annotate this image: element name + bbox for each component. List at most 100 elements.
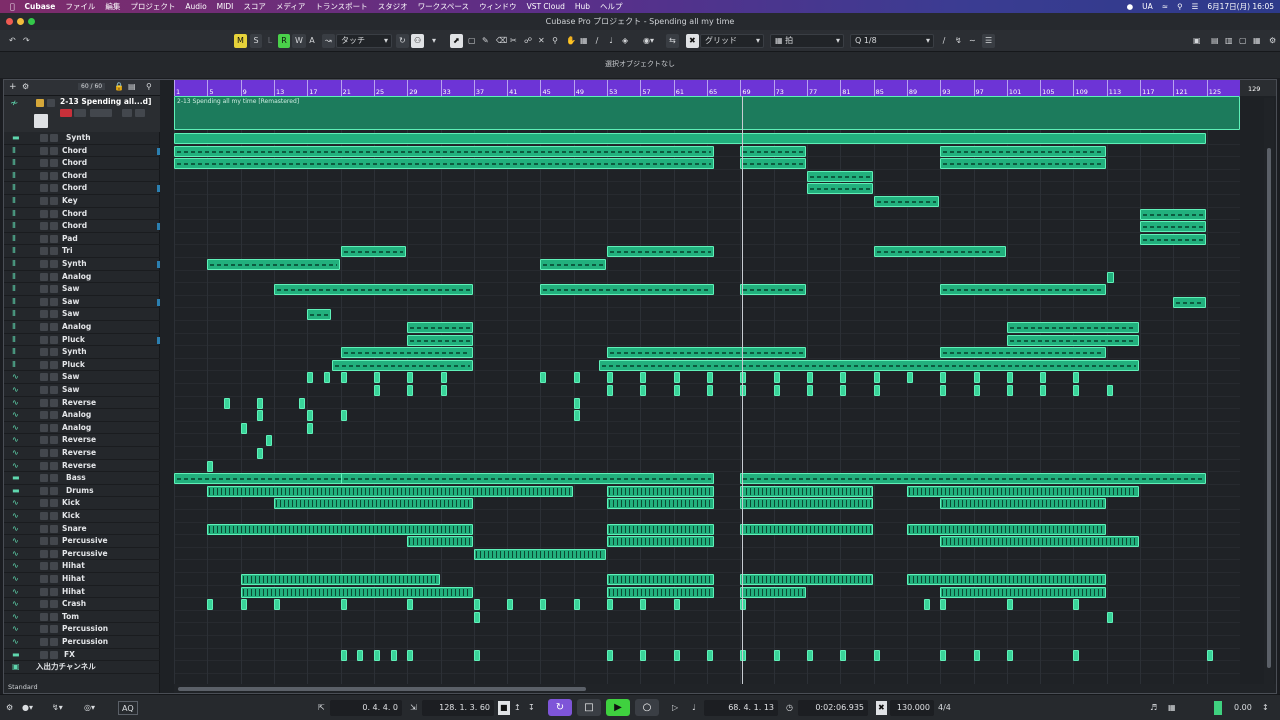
vertical-scroll-thumb[interactable] — [1267, 148, 1271, 668]
track-row[interactable]: ∿ Snare — [4, 523, 160, 536]
mute-button[interactable] — [40, 423, 48, 432]
event-clip[interactable] — [340, 599, 347, 611]
event-part[interactable] — [207, 259, 340, 270]
event-clip[interactable] — [673, 599, 680, 611]
event-clip[interactable] — [873, 372, 880, 384]
track-name[interactable]: Hihat — [62, 573, 85, 585]
track-row[interactable]: ∿ Hihat — [4, 573, 160, 586]
event-clip[interactable] — [840, 385, 847, 396]
event-part[interactable] — [740, 473, 1206, 485]
mute-button[interactable] — [40, 297, 48, 306]
event-clip[interactable] — [1073, 372, 1080, 384]
event-clip[interactable] — [473, 599, 480, 611]
track-row[interactable]: ▬ Synth — [4, 132, 160, 145]
automation-panel-button[interactable]: A — [306, 34, 318, 48]
event-clip[interactable] — [1073, 599, 1080, 611]
zoom-window-button[interactable] — [28, 18, 35, 25]
track-name[interactable]: Synth — [66, 132, 91, 144]
event-part[interactable] — [1173, 296, 1206, 308]
event-part[interactable] — [740, 485, 873, 497]
event-part[interactable] — [940, 498, 1106, 510]
mute-button[interactable] — [40, 398, 48, 407]
undo-icon[interactable]: ↶ — [6, 34, 19, 48]
mute-button[interactable] — [40, 638, 48, 646]
track-row[interactable]: ▬ FX — [4, 649, 160, 662]
solo-button[interactable] — [50, 285, 58, 294]
mute-button[interactable] — [40, 134, 48, 142]
object-selection-tool-icon[interactable]: ⬈ — [450, 34, 463, 48]
mute-button[interactable] — [40, 575, 48, 583]
event-clip[interactable] — [407, 372, 414, 384]
event-part[interactable] — [174, 158, 715, 170]
event-clip[interactable] — [1206, 649, 1213, 661]
track-row[interactable]: ∿ Crash — [4, 598, 160, 611]
mute-tool-icon[interactable]: ✕ — [535, 34, 548, 48]
track-row[interactable]: ▣ 入出力チャンネル — [4, 661, 160, 674]
track-row[interactable]: Ⅱ Chord — [4, 170, 160, 183]
solo-button[interactable] — [50, 247, 58, 256]
track-name[interactable]: Bass — [66, 472, 86, 484]
event-part[interactable] — [340, 473, 715, 485]
event-clip[interactable] — [507, 599, 514, 611]
solo-button[interactable] — [50, 411, 58, 420]
solo-button[interactable] — [50, 310, 58, 319]
mute-button[interactable] — [40, 625, 48, 634]
zoom-tool-icon[interactable]: ⚲ — [549, 34, 561, 48]
mute-button[interactable] — [40, 461, 48, 470]
settings-icon[interactable]: ⚙ — [6, 701, 13, 715]
solo-button[interactable] — [50, 184, 58, 193]
left-locator-icon[interactable]: ⇱ — [318, 701, 325, 715]
event-clip[interactable] — [806, 385, 813, 396]
event-clip[interactable] — [373, 372, 380, 384]
event-clip[interactable] — [906, 372, 913, 384]
track-row[interactable]: ∿ Analog — [4, 422, 160, 435]
event-clip[interactable] — [473, 649, 480, 661]
solo-button[interactable] — [50, 373, 58, 382]
event-part[interactable] — [1140, 221, 1206, 233]
auto-quantize-button[interactable]: AQ — [118, 701, 138, 715]
mute-button[interactable] — [40, 348, 48, 357]
event-part[interactable] — [940, 536, 1140, 548]
event-part[interactable] — [940, 586, 1106, 598]
solo-button[interactable] — [50, 386, 58, 394]
menu-transport[interactable]: トランスポート — [315, 1, 367, 12]
track-name[interactable]: Hihat — [62, 560, 85, 572]
snap-type-select[interactable]: グリッド ▾ — [700, 34, 764, 48]
close-window-button[interactable] — [6, 18, 13, 25]
line-tool-icon[interactable]: ∕ — [591, 34, 603, 48]
project-layout-icon[interactable]: ▢ — [1236, 34, 1250, 48]
apple-icon[interactable]:  — [10, 2, 15, 11]
event-part[interactable] — [607, 347, 806, 359]
comp-tool-icon[interactable]: ▦ — [577, 34, 591, 48]
solo-button[interactable] — [50, 348, 58, 357]
track-name[interactable]: Chord — [62, 170, 87, 182]
track-row[interactable]: Ⅱ Synth — [4, 346, 160, 359]
event-part[interactable] — [806, 170, 873, 182]
read-automation-toggle[interactable]: R — [278, 34, 290, 48]
glue-tool-icon[interactable]: ☍ — [521, 34, 535, 48]
event-part[interactable] — [607, 523, 715, 535]
menu-workspaces[interactable]: ワークスペース — [418, 1, 469, 12]
event-clip[interactable] — [707, 385, 713, 396]
event-part[interactable] — [332, 359, 473, 371]
track-name[interactable]: Chord — [62, 220, 87, 232]
split-tool-icon[interactable]: ✂ — [507, 34, 520, 48]
event-part[interactable] — [1006, 322, 1140, 333]
solo-button[interactable] — [50, 474, 58, 483]
event-clip[interactable] — [323, 372, 330, 384]
track-name[interactable]: Pluck — [62, 334, 85, 346]
solo-button[interactable] — [50, 436, 58, 445]
event-part[interactable] — [174, 145, 715, 157]
event-clip[interactable] — [940, 649, 947, 661]
event-display[interactable]: 2-13 Spending all my time [Remastered] — [174, 96, 1240, 684]
lower-zone-icon[interactable]: ▣ — [1190, 34, 1204, 48]
track-row[interactable]: Ⅱ Saw — [4, 308, 160, 321]
read-button[interactable] — [122, 109, 132, 117]
track-name[interactable]: Percussion — [62, 623, 108, 635]
mute-button[interactable] — [40, 285, 48, 294]
track-name[interactable]: Drums — [66, 485, 94, 497]
event-clip[interactable] — [873, 649, 880, 661]
audio-event-master[interactable]: 2-13 Spending all my time [Remastered] — [174, 96, 1240, 130]
event-clip[interactable] — [307, 422, 314, 434]
solo-button[interactable] — [50, 146, 58, 155]
